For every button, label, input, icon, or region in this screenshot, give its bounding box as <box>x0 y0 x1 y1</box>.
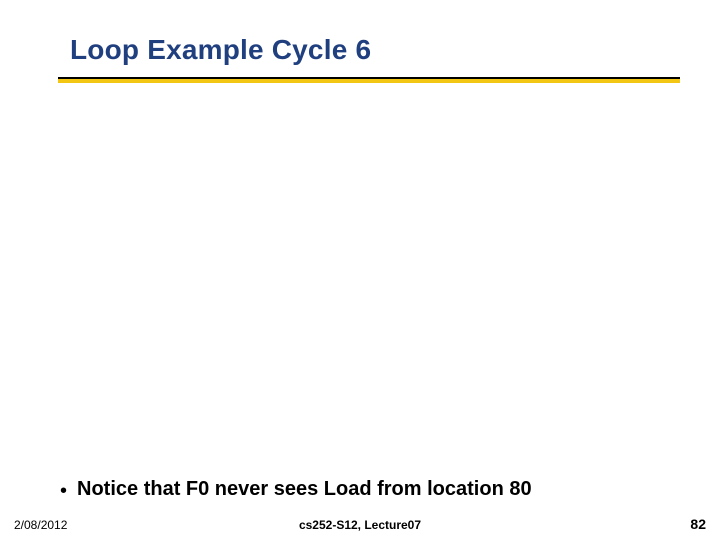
title-rule-accent <box>58 79 680 83</box>
bullet-item: • Notice that F0 never sees Load from lo… <box>60 478 532 502</box>
bullet-text: Notice that F0 never sees Load from loca… <box>77 478 532 501</box>
bullet-marker: • <box>60 479 67 503</box>
footer-center: cs252-S12, Lecture07 <box>0 518 720 532</box>
slide: Loop Example Cycle 6 • Notice that F0 ne… <box>0 0 720 540</box>
footer: 2/08/2012 cs252-S12, Lecture07 82 <box>0 512 720 532</box>
slide-title: Loop Example Cycle 6 <box>70 34 680 66</box>
title-area: Loop Example Cycle 6 <box>70 34 680 66</box>
footer-page-number: 82 <box>690 516 706 532</box>
